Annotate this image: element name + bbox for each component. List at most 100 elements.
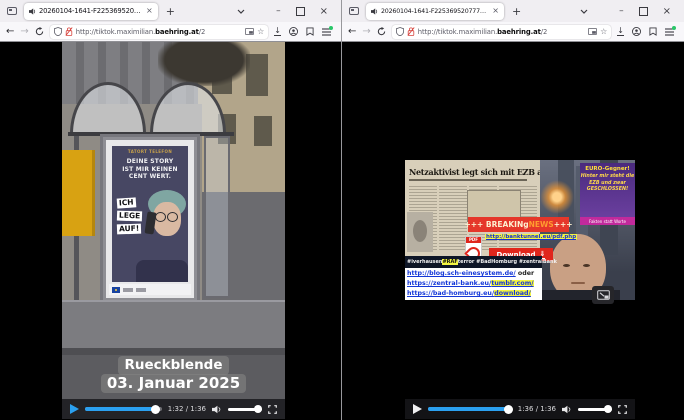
account-icon[interactable]	[289, 27, 298, 36]
link-line[interactable]: https://bad-homburg.eu/download/	[407, 289, 540, 299]
street-lamp-glow	[540, 180, 574, 214]
maximize-button[interactable]	[639, 7, 648, 16]
volume-slider[interactable]	[228, 408, 262, 411]
tab-bar: 20260104-1641-F2253695207773182 × + – ×	[0, 0, 341, 22]
progress-bar[interactable]	[85, 407, 162, 411]
tab-bar: 20260104-1641-F2253695207773182 × + – ×	[342, 0, 684, 22]
url-text: http://tiktok.maximilian.baehring.at/2	[76, 28, 242, 36]
window-close-button[interactable]: ×	[320, 6, 328, 17]
picture-in-picture-icon[interactable]	[245, 28, 254, 35]
new-tab-button[interactable]: +	[509, 6, 524, 17]
browser-chrome: 20260104-1641-F2253695207773182 × + – × …	[0, 0, 341, 42]
tab-close-icon[interactable]: ×	[492, 7, 499, 15]
browser-window-right: 20260104-1641-F2253695207773182 × + – × …	[342, 0, 684, 420]
url-bar[interactable]: http://tiktok.maximilian.baehring.at/2 ☆	[392, 25, 612, 39]
photo-figure	[413, 220, 427, 242]
downloads-icon[interactable]: ↓	[617, 27, 624, 36]
minimize-button[interactable]: –	[276, 6, 281, 16]
pavement	[62, 300, 285, 348]
tab-audio-icon[interactable]	[29, 8, 36, 15]
progress-scrubber[interactable]	[151, 405, 160, 414]
toolbar-icons: ↓	[617, 27, 678, 36]
menu-notification-dot	[329, 26, 333, 30]
video-frame: Netzaktivist legt sich mit EZB an	[405, 160, 635, 300]
volume-slider[interactable]	[578, 408, 612, 411]
active-tab[interactable]: 20260104-1641-F2253695207773182 ×	[24, 3, 158, 20]
pip-toggle-button[interactable]	[592, 286, 614, 304]
minimize-button[interactable]: –	[619, 6, 624, 16]
pdf-icon-label: PDF	[466, 237, 481, 243]
browser-chrome: 20260104-1641-F2253695207773182 × + – × …	[342, 0, 684, 42]
poster-mat: TATORT TELEFON DEINE STORY IST MIR KEINE…	[106, 140, 194, 298]
shelter-glass-panel	[204, 136, 230, 298]
glasses-lens	[155, 212, 166, 222]
euro-gegner-box: EURO-Gegner! Hinter mir steht die EZB un…	[580, 163, 635, 217]
euro-box-title: EURO-Gegner!	[580, 166, 635, 172]
reload-icon[interactable]	[35, 27, 44, 36]
video-player[interactable]: Netzaktivist legt sich mit EZB an	[405, 42, 635, 419]
maximize-button[interactable]	[296, 7, 305, 16]
volume-icon[interactable]	[212, 405, 222, 414]
volume-knob[interactable]	[604, 405, 612, 413]
video-controls: 1:36 / 1:36	[405, 399, 635, 419]
links-box: http://blog.sch-einesystem.de/ oder http…	[405, 268, 542, 300]
woman-shoulders	[136, 260, 188, 282]
back-button[interactable]: ←	[348, 27, 356, 37]
pdf-link[interactable]: http://banktunnel.eu/pdf.php	[485, 234, 577, 240]
extensions-icon[interactable]	[306, 27, 314, 36]
volume-knob[interactable]	[254, 405, 262, 413]
play-button[interactable]	[413, 404, 422, 414]
menu-icon[interactable]	[665, 28, 674, 36]
extensions-icon[interactable]	[649, 27, 657, 36]
progress-scrubber[interactable]	[504, 405, 513, 414]
euro-box-body: Hinter mir steht die EZB und zwar GESCHL…	[580, 174, 635, 194]
poster-chips: ICH LEGE AUF!	[117, 198, 142, 234]
link-line[interactable]: http://blog.sch-einesystem.de/ oder	[407, 269, 540, 279]
reload-icon[interactable]	[377, 27, 386, 36]
navigation-toolbar: ← → http://tiktok.maximilian.baehring.at…	[0, 22, 341, 42]
forward-button[interactable]: →	[362, 27, 370, 37]
tab-overview-icon[interactable]	[5, 4, 19, 18]
caption-line: 03. Januar 2025	[101, 374, 246, 393]
tab-close-icon[interactable]: ×	[146, 7, 153, 15]
bookmark-star-icon[interactable]: ☆	[600, 27, 607, 36]
page-content: Netzaktivist legt sich mit EZB an	[342, 42, 684, 419]
back-button[interactable]: ←	[6, 27, 14, 37]
insecure-lock-icon[interactable]	[65, 27, 73, 36]
window-controls: – ×	[276, 6, 336, 17]
fullscreen-icon[interactable]	[268, 405, 277, 414]
poster-footer-strip	[109, 284, 191, 295]
downloads-icon[interactable]: ↓	[274, 27, 281, 36]
partner-logo	[136, 288, 146, 292]
active-tab[interactable]: 20260104-1641-F2253695207773182 ×	[366, 3, 504, 20]
window-close-button[interactable]: ×	[663, 6, 671, 17]
fullscreen-icon[interactable]	[618, 405, 627, 414]
bookmark-star-icon[interactable]: ☆	[257, 27, 264, 36]
mouth	[571, 282, 585, 284]
shield-icon[interactable]	[54, 27, 62, 36]
volume-icon[interactable]	[562, 405, 572, 414]
play-button[interactable]	[70, 404, 79, 414]
tab-title: 20260104-1641-F2253695207773182	[381, 8, 489, 15]
advertising-display: TATORT TELEFON DEINE STORY IST MIR KEINE…	[100, 134, 200, 304]
url-bar[interactable]: http://tiktok.maximilian.baehring.at/2 ☆	[50, 25, 269, 39]
forward-button[interactable]: →	[20, 27, 28, 37]
telephone-handset	[145, 211, 157, 234]
link-line[interactable]: https://zentral-bank.eu/tumblr.com/	[407, 279, 540, 289]
video-player[interactable]: TATORT TELEFON DEINE STORY IST MIR KEINE…	[62, 42, 285, 419]
shield-icon[interactable]	[396, 27, 404, 36]
list-tabs-chevron-icon[interactable]	[580, 9, 588, 14]
tab-overview-icon[interactable]	[347, 4, 361, 18]
account-icon[interactable]	[632, 27, 641, 36]
insecure-lock-icon[interactable]	[407, 27, 415, 36]
glasses-lens	[167, 212, 178, 222]
picture-in-picture-icon[interactable]	[588, 28, 597, 35]
new-tab-button[interactable]: +	[163, 6, 178, 17]
tab-audio-icon[interactable]	[371, 8, 378, 15]
menu-icon[interactable]	[322, 28, 331, 36]
toolbar-icons: ↓	[274, 27, 335, 36]
newspaper-subhead	[409, 179, 527, 181]
progress-bar[interactable]	[428, 407, 512, 411]
list-tabs-chevron-icon[interactable]	[237, 9, 245, 14]
url-text: http://tiktok.maximilian.baehring.at/2	[418, 28, 585, 36]
